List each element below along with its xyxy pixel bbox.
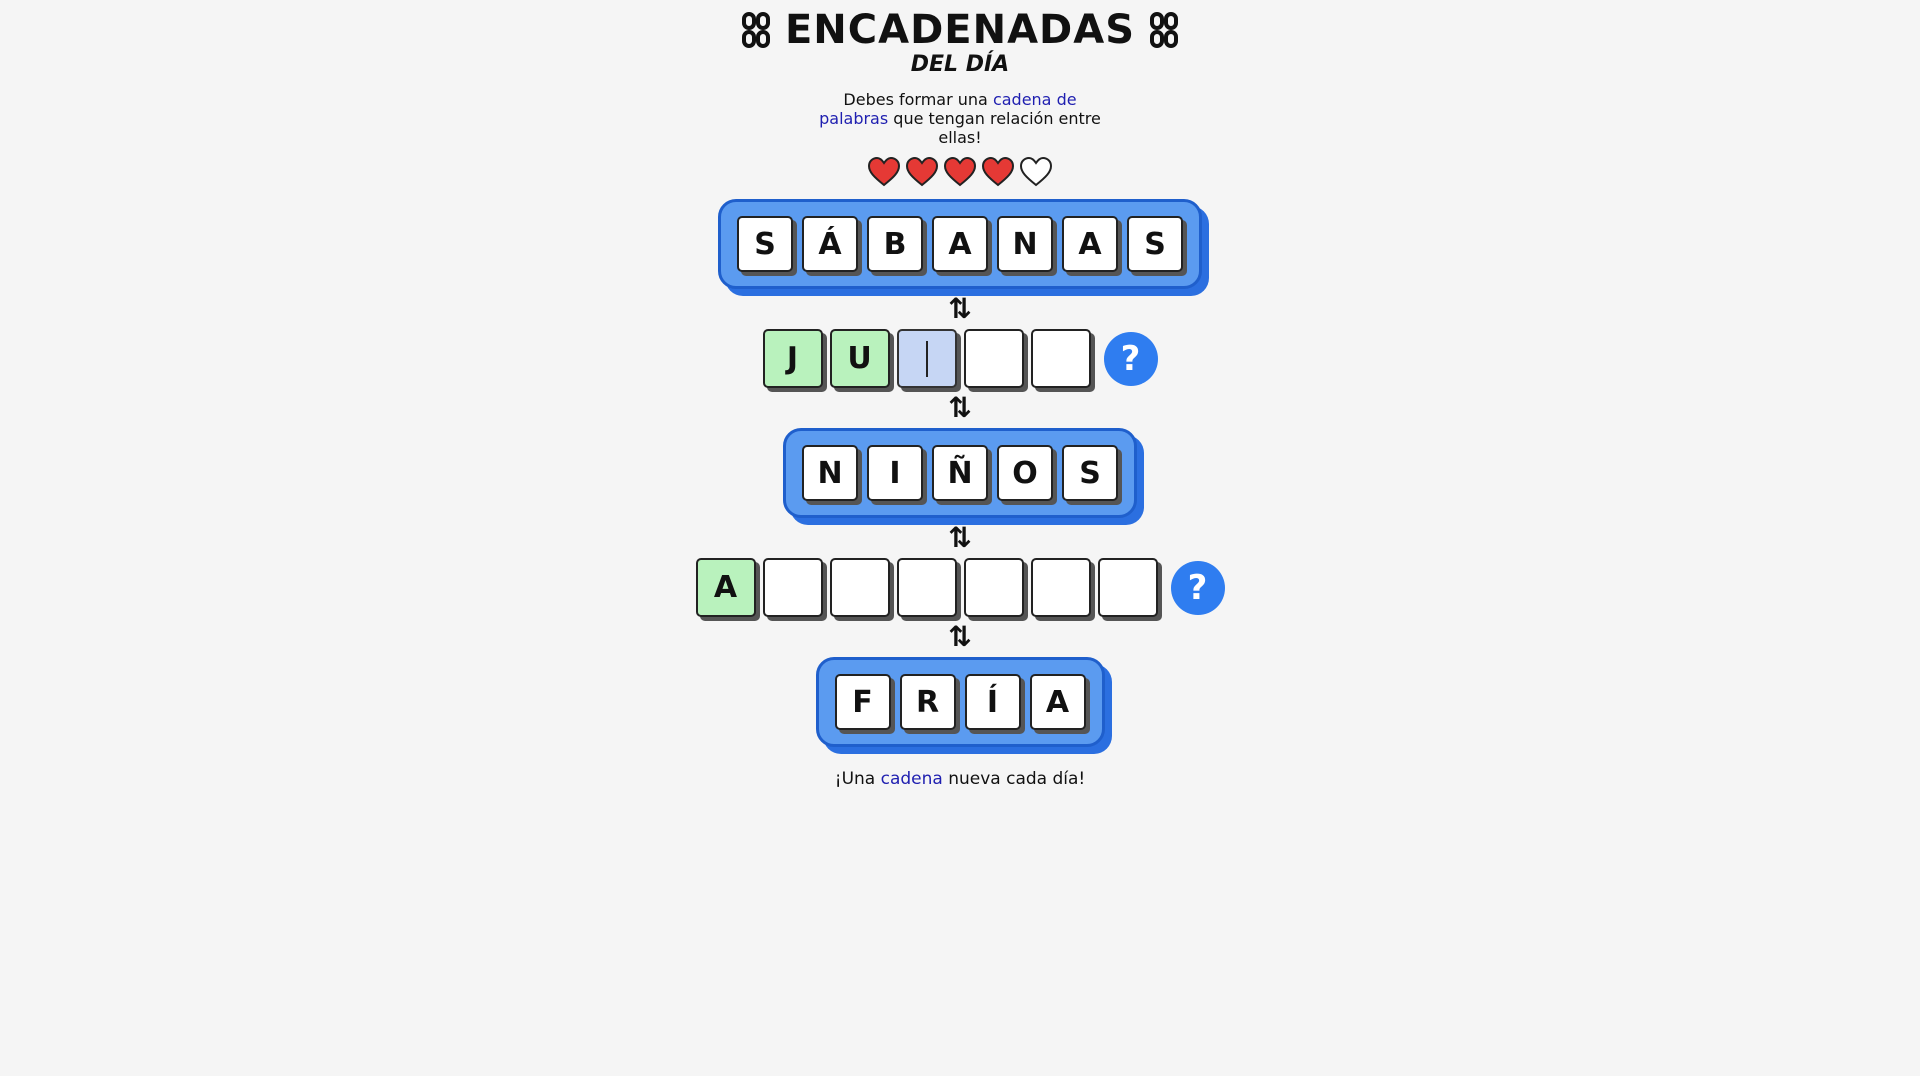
letter-tile: B xyxy=(867,216,923,272)
revealed-letter-tile: U xyxy=(829,329,890,388)
footer-part1: ¡Una xyxy=(834,769,881,789)
footer-part2: nueva cada día! xyxy=(942,769,1086,789)
letter-tile: S xyxy=(1127,216,1183,272)
heart-icon-full xyxy=(943,156,977,191)
letter-input-tile[interactable] xyxy=(963,329,1024,388)
lives-indicator xyxy=(867,156,1053,191)
link-arrow-icon: ⇅ xyxy=(948,292,972,325)
letter-tile: A xyxy=(1062,216,1118,272)
letter-tile: O xyxy=(997,445,1053,501)
letter-input-tile[interactable] xyxy=(1097,558,1158,617)
link-arrow-icon: ⇅ xyxy=(948,391,972,424)
link-arrow-icon: ⇅ xyxy=(948,620,972,653)
active-letter-input[interactable] xyxy=(896,329,957,388)
chain-link-icon xyxy=(1149,12,1179,48)
footer-highlight: cadena xyxy=(880,769,943,789)
letter-input-tile[interactable] xyxy=(1030,329,1091,388)
letter-input-tile[interactable] xyxy=(829,558,890,617)
intro-text-part2: que tengan relación entre ellas! xyxy=(888,109,1101,147)
letter-tile: N xyxy=(997,216,1053,272)
letter-tile: S xyxy=(737,216,793,272)
chain-board: S Á B A N A S ⇅ J U? ⇅ N I Ñ O S ⇅ A? ⇅ F R Í A xyxy=(695,199,1225,747)
heart-icon-empty xyxy=(1019,156,1053,191)
heart-icon-full xyxy=(905,156,939,191)
solved-word: SÁBANAS xyxy=(718,199,1202,289)
letter-tile: A xyxy=(1029,674,1086,730)
header: ENCADENADAS xyxy=(741,10,1179,50)
letter-tile: A xyxy=(932,216,988,272)
game-page: ENCADENADAS DEL DÍA Debes formar una cad… xyxy=(0,0,1920,789)
letter-input-tile[interactable] xyxy=(963,558,1024,617)
letter-tile: N xyxy=(802,445,858,501)
solved-word: NIÑOS xyxy=(783,428,1137,518)
heart-icon-full xyxy=(867,156,901,191)
link-arrow-icon: ⇅ xyxy=(948,521,972,554)
text-cursor xyxy=(925,340,928,377)
letter-input-tile[interactable] xyxy=(762,558,823,617)
letter-tile: R xyxy=(899,674,956,730)
letter-input-tile[interactable] xyxy=(896,558,957,617)
intro-text: Debes formar una cadena de palabras que … xyxy=(815,90,1105,147)
letter-tile: S xyxy=(1062,445,1118,501)
letter-input-tile[interactable] xyxy=(1030,558,1091,617)
page-title: ENCADENADAS xyxy=(784,7,1136,53)
footer-text: ¡Una cadena nueva cada día! xyxy=(835,769,1086,789)
letter-tile: F xyxy=(834,674,891,730)
chain-link-icon xyxy=(741,12,771,48)
letter-tile: Í xyxy=(964,674,1021,730)
solved-word: FRÍA xyxy=(815,657,1105,747)
page-subtitle: DEL DÍA xyxy=(910,52,1010,77)
letter-tile: Á xyxy=(802,216,858,272)
revealed-letter-tile: A xyxy=(695,558,756,617)
guess-word: A? xyxy=(695,558,1225,617)
hint-button[interactable]: ? xyxy=(1170,560,1225,615)
hint-button[interactable]: ? xyxy=(1103,331,1158,386)
letter-tile: Ñ xyxy=(932,445,988,501)
letter-tile: I xyxy=(867,445,923,501)
intro-text-part1: Debes formar una xyxy=(843,90,993,109)
revealed-letter-tile: J xyxy=(762,329,823,388)
guess-word: J U? xyxy=(762,329,1158,388)
heart-icon-full xyxy=(981,156,1015,191)
